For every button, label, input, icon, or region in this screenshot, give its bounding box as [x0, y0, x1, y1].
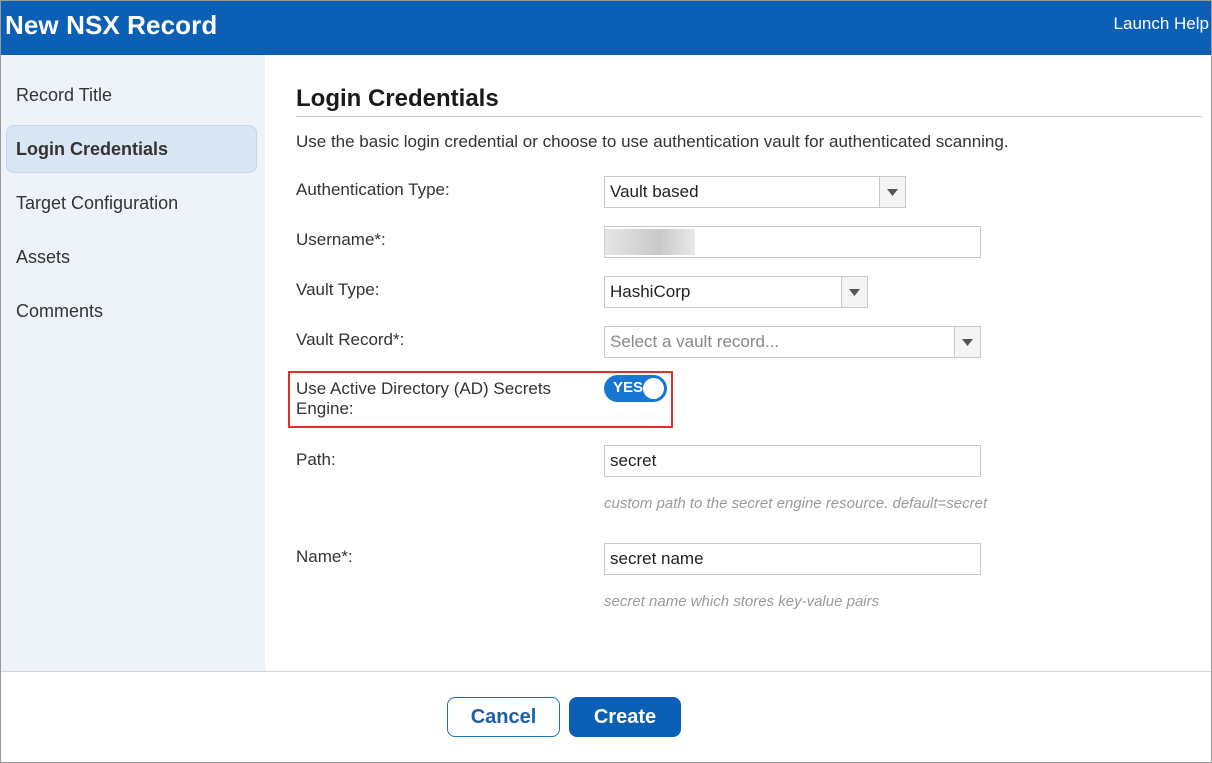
title-bar: New NSX Record Launch Help	[1, 1, 1211, 55]
vault-record-select[interactable]: Select a vault record...	[604, 326, 981, 358]
sidebar-item-record-title[interactable]: Record Title	[6, 71, 257, 119]
toggle-knob	[643, 378, 664, 399]
auth-type-value: Vault based	[610, 182, 699, 201]
ad-secrets-toggle[interactable]: YES	[604, 375, 667, 402]
dialog-window: New NSX Record Launch Help Record Title …	[0, 0, 1212, 763]
path-value: secret	[610, 451, 657, 470]
dialog-title: New NSX Record	[5, 10, 218, 40]
name-input[interactable]: secret name	[604, 543, 981, 575]
chevron-down-icon[interactable]	[879, 177, 905, 207]
chevron-down-icon[interactable]	[954, 327, 980, 357]
dialog-footer: Cancel Create	[1, 671, 1211, 762]
name-value: secret name	[610, 549, 704, 568]
vault-type-label: Vault Type:	[296, 280, 380, 299]
auth-type-select[interactable]: Vault based	[604, 176, 906, 208]
sidebar-item-login-credentials[interactable]: Login Credentials	[6, 125, 257, 173]
username-input[interactable]	[604, 226, 981, 258]
launch-help-link[interactable]: Launch Help	[1114, 14, 1209, 34]
name-hint: secret name which stores key-value pairs	[604, 593, 880, 610]
sidebar-item-target-configuration[interactable]: Target Configuration	[6, 179, 257, 227]
auth-type-label: Authentication Type:	[296, 180, 450, 199]
redacted-username	[605, 229, 695, 255]
chevron-down-icon[interactable]	[841, 277, 867, 307]
path-label: Path:	[296, 450, 336, 469]
sidebar-item-comments[interactable]: Comments	[6, 287, 257, 335]
name-label: Name*:	[296, 547, 353, 566]
path-input[interactable]: secret	[604, 445, 981, 477]
cancel-button[interactable]: Cancel	[447, 697, 560, 737]
section-title: Login Credentials	[296, 85, 499, 112]
intro-text: Use the basic login credential or choose…	[296, 132, 1009, 151]
vault-type-select[interactable]: HashiCorp	[604, 276, 868, 308]
ad-secrets-label: Use Active Directory (AD) Secrets Engine…	[296, 379, 552, 418]
vault-record-placeholder: Select a vault record...	[610, 332, 780, 351]
sidebar: Record Title Login Credentials Target Co…	[1, 55, 265, 671]
main-panel: Login Credentials Use the basic login cr…	[265, 55, 1211, 671]
section-divider	[296, 116, 1202, 117]
create-button[interactable]: Create	[569, 697, 681, 737]
vault-record-label: Vault Record*:	[296, 330, 405, 349]
vault-type-value: HashiCorp	[610, 282, 691, 301]
username-label: Username*:	[296, 230, 386, 249]
toggle-state-text: YES	[613, 379, 644, 396]
sidebar-item-assets[interactable]: Assets	[6, 233, 257, 281]
path-hint: custom path to the secret engine resourc…	[604, 495, 988, 512]
